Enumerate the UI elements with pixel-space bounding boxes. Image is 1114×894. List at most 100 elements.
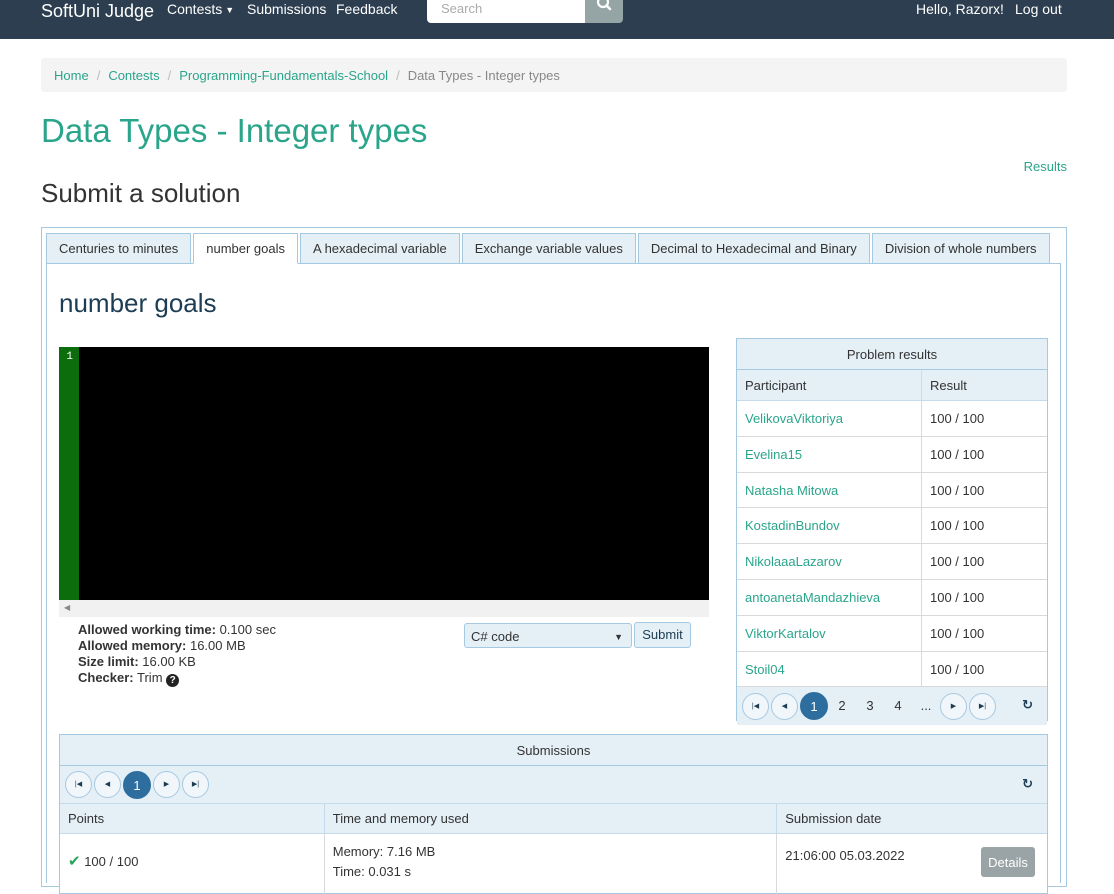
top-navbar: SoftUni Judge Contests ▼ Submissions Feed… [0, 0, 1114, 39]
size-limit-value: 16.00 KB [138, 654, 196, 669]
table-row: Stoil04 100 / 100 [737, 651, 1047, 688]
submission-date-column-header[interactable]: Submission date [777, 804, 1047, 833]
participant-link[interactable]: antoanetaMandazhieva [737, 579, 922, 615]
question-circle-icon[interactable]: ? [166, 674, 180, 687]
next-page-icon[interactable]: ▶ [153, 771, 180, 798]
details-button[interactable]: Details [981, 847, 1035, 877]
participant-link[interactable]: Evelina15 [737, 436, 922, 472]
page-number[interactable]: 4 [884, 692, 912, 720]
table-row: antoanetaMandazhieva 100 / 100 [737, 579, 1047, 616]
table-row: KostadinBundov 100 / 100 [737, 508, 1047, 545]
participant-link[interactable]: VelikovaViktoriya [737, 401, 922, 436]
results-header: Participant Result [737, 370, 1047, 401]
result-value: 100 / 100 [930, 518, 985, 534]
participant-column-header[interactable]: Participant [737, 370, 922, 400]
table-row: NikolaaaLazarov 100 / 100 [737, 544, 1047, 580]
breadcrumb-contests[interactable]: Contests [108, 68, 159, 83]
time-limit-value: 0.100 sec [215, 622, 276, 637]
user-greeting[interactable]: Hello, Razorx! [916, 0, 1004, 18]
table-row: ViktorKartalov 100 / 100 [737, 615, 1047, 652]
tab-exchange-variable-values[interactable]: Exchange variable values [461, 233, 636, 264]
submissions-pager: |◀ ◀ 1 ▶ ▶| ↻ [60, 766, 1047, 804]
breadcrumb-separator: / [396, 67, 400, 83]
more-pages[interactable]: ... [912, 692, 940, 720]
tab-number-goals[interactable]: number goals [193, 233, 299, 264]
submission-date: 21:06:00 05.03.2022 [785, 848, 905, 863]
participant-link[interactable]: NikolaaaLazarov [737, 544, 922, 579]
prev-page-icon[interactable]: ◀ [94, 771, 121, 798]
contests-dropdown[interactable]: Contests ▼ [167, 0, 234, 19]
size-limit: Size limit: 16.00 KB [78, 654, 276, 670]
breadcrumb-home[interactable]: Home [54, 68, 89, 83]
language-value: C# code [471, 629, 520, 644]
breadcrumb: Home / Contests / Programming-Fundamenta… [41, 58, 1067, 92]
tab-hexadecimal-variable[interactable]: A hexadecimal variable [300, 233, 460, 264]
points-cell: ✔ 100 / 100 [60, 834, 325, 894]
memory-limit-value: 16.00 MB [186, 638, 246, 653]
language-select[interactable]: C# code ▼ [464, 623, 632, 648]
search-button[interactable] [585, 0, 623, 23]
refresh-icon[interactable]: ↻ [1022, 776, 1033, 792]
page-number[interactable]: 2 [828, 692, 856, 720]
participant-link[interactable]: Natasha Mitowa [737, 472, 922, 508]
breadcrumb-contest[interactable]: Programming-Fundamentals-School [179, 68, 388, 83]
brand-link[interactable]: SoftUni Judge [41, 0, 154, 22]
results-pager: |◀ ◀ 1 2 3 4 ... ▶ ▶| ↻ [737, 687, 1047, 726]
search-icon [596, 0, 612, 11]
submissions-grid: Submissions |◀ ◀ 1 ▶ ▶| ↻ Points Time an… [59, 734, 1048, 894]
participant-link[interactable]: KostadinBundov [737, 508, 922, 544]
result-value: 100 / 100 [930, 661, 985, 677]
checker-value: Trim [133, 670, 163, 685]
result-value: 100 / 100 [930, 625, 985, 641]
tab-division-whole-numbers[interactable]: Division of whole numbers [871, 233, 1050, 264]
size-limit-label: Size limit: [78, 654, 139, 669]
breadcrumb-current: Data Types - Integer types [407, 67, 560, 83]
participant-link[interactable]: Stoil04 [737, 651, 922, 687]
result-value: 100 / 100 [930, 411, 985, 426]
result-value: 100 / 100 [930, 446, 985, 462]
table-row: ✔ 100 / 100 Memory: 7.16 MB Time: 0.031 … [60, 834, 1047, 894]
editor-horizontal-scrollbar[interactable]: ◀ [59, 600, 709, 617]
time-memory-cell: Memory: 7.16 MB Time: 0.031 s [325, 834, 778, 894]
search-input[interactable] [427, 0, 585, 23]
points-value: 100 / 100 [84, 854, 139, 869]
caret-down-icon: ▼ [225, 5, 235, 16]
result-value: 100 / 100 [930, 589, 985, 605]
tab-decimal-to-hex-binary[interactable]: Decimal to Hexadecimal and Binary [637, 233, 870, 264]
participant-link[interactable]: ViktorKartalov [737, 615, 922, 651]
page-number-active[interactable]: 1 [123, 770, 151, 799]
memory-limit: Allowed memory: 16.00 MB [78, 638, 276, 654]
submit-button[interactable]: Submit [634, 622, 691, 648]
next-page-icon[interactable]: ▶ [940, 692, 967, 720]
checker: Checker: Trim ? [78, 670, 276, 687]
last-page-icon[interactable]: ▶| [969, 692, 996, 720]
time-memory-column-header[interactable]: Time and memory used [325, 804, 778, 833]
table-row: VelikovaViktoriya 100 / 100 [737, 401, 1047, 437]
scroll-left-icon[interactable]: ◀ [64, 603, 70, 612]
refresh-icon[interactable]: ↻ [1022, 697, 1033, 713]
first-page-icon[interactable]: |◀ [65, 771, 92, 798]
search-box [427, 0, 585, 23]
logout-link[interactable]: Log out [1015, 0, 1062, 18]
checker-label: Checker: [78, 670, 134, 685]
code-editor[interactable]: 1 [59, 347, 709, 600]
table-row: Natasha Mitowa 100 / 100 [737, 472, 1047, 509]
feedback-link[interactable]: Feedback [336, 0, 397, 18]
submissions-link[interactable]: Submissions [247, 0, 326, 18]
contests-label: Contests [167, 1, 223, 17]
submissions-header: Points Time and memory used Submission d… [60, 804, 1047, 834]
last-page-icon[interactable]: ▶| [182, 771, 209, 798]
table-row: Evelina15 100 / 100 [737, 436, 1047, 473]
page-number-active[interactable]: 1 [800, 692, 828, 721]
prev-page-icon[interactable]: ◀ [771, 692, 798, 720]
first-page-icon[interactable]: |◀ [742, 692, 769, 720]
page-number[interactable]: 3 [856, 692, 884, 720]
submissions-title: Submissions [60, 735, 1047, 766]
results-link[interactable]: Results [1024, 159, 1067, 174]
problem-title: number goals [59, 288, 217, 318]
result-column-header[interactable]: Result [922, 370, 967, 400]
line-number-gutter: 1 [59, 347, 79, 600]
tab-centuries-to-minutes[interactable]: Centuries to minutes [46, 233, 192, 264]
points-column-header[interactable]: Points [60, 804, 325, 833]
dropdown-arrow-icon: ▼ [614, 632, 623, 642]
